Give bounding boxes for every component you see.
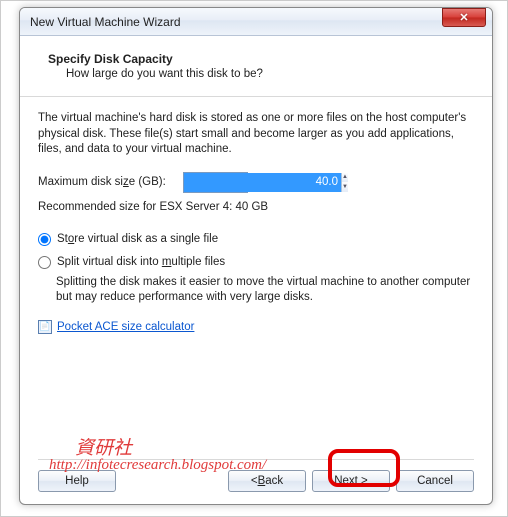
radio-single-label: Store virtual disk as a single file [57, 233, 218, 245]
disk-size-label: Maximum disk size (GB): [38, 176, 183, 188]
back-button[interactable]: < Back [228, 470, 306, 492]
spinner-down-icon[interactable]: ▼ [342, 182, 348, 192]
calculator-link[interactable]: Pocket ACE size calculator [57, 321, 194, 333]
content-area: Specify Disk Capacity How large do you w… [20, 36, 492, 334]
spinner-buttons: ▲ ▼ [341, 173, 348, 192]
radio-split-label: Split virtual disk into multiple files [57, 256, 225, 268]
page-header: Specify Disk Capacity How large do you w… [38, 48, 474, 90]
page-title: Specify Disk Capacity [48, 52, 474, 66]
calculator-icon: 📄 [38, 320, 52, 334]
footer-buttons: Help < Back Next > Cancel [38, 459, 474, 492]
calculator-link-row: 📄 Pocket ACE size calculator [38, 320, 474, 334]
wizard-window: New Virtual Machine Wizard ✕ Specify Dis… [19, 7, 493, 505]
radio-single-file[interactable]: Store virtual disk as a single file [38, 233, 474, 246]
radio-split-input[interactable] [38, 256, 51, 269]
close-button[interactable]: ✕ [442, 8, 486, 27]
spinner-up-icon[interactable]: ▲ [342, 173, 348, 183]
close-icon: ✕ [459, 11, 468, 24]
intro-text: The virtual machine's hard disk is store… [38, 111, 474, 158]
disk-size-spinner[interactable]: ▲ ▼ [183, 172, 248, 193]
cancel-button[interactable]: Cancel [396, 470, 474, 492]
radio-split-file[interactable]: Split virtual disk into multiple files [38, 256, 474, 269]
titlebar: New Virtual Machine Wizard ✕ [20, 8, 492, 36]
header-divider [20, 96, 492, 97]
disk-size-row: Maximum disk size (GB): ▲ ▼ [38, 172, 474, 193]
window-title: New Virtual Machine Wizard [30, 15, 486, 29]
radio-single-input[interactable] [38, 233, 51, 246]
disk-size-input[interactable] [184, 173, 341, 192]
next-button[interactable]: Next > [312, 470, 390, 492]
split-description: Splitting the disk makes it easier to mo… [38, 275, 474, 306]
recommended-text: Recommended size for ESX Server 4: 40 GB [38, 201, 474, 213]
page-subtitle: How large do you want this disk to be? [48, 68, 474, 80]
help-button[interactable]: Help [38, 470, 116, 492]
